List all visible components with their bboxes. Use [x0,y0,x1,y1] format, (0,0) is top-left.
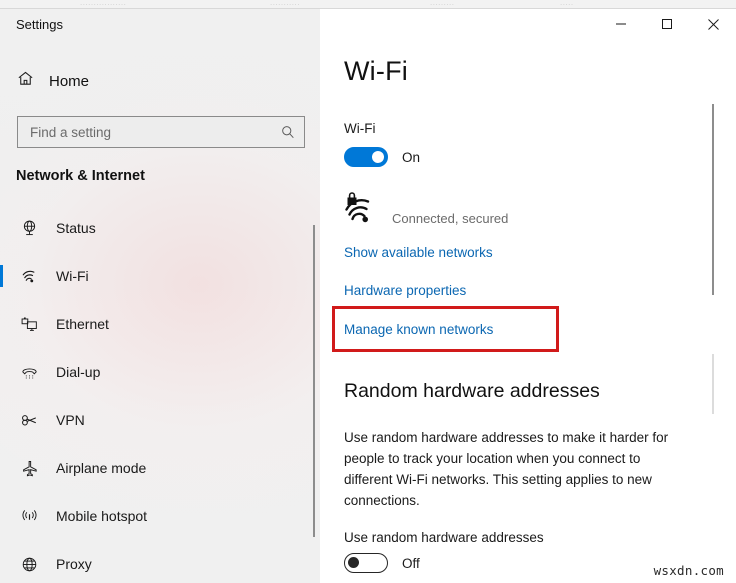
home-icon [16,69,35,93]
sidebar-item-dialup[interactable]: Dial-up [0,348,320,396]
wifi-secured-icon [344,191,380,230]
main-content: Wi-Fi Wi-Fi On Connected, secured Show a… [320,9,736,583]
ghost-text: ........... [270,0,300,7]
main-scrollbar-track [712,354,714,414]
wifi-icon [18,267,40,286]
search-icon[interactable] [280,124,296,140]
wifi-status-row: Connected, secured [344,191,508,230]
wifi-toggle-state: On [402,149,421,165]
sidebar-item-wifi-label: Wi-Fi [56,268,89,284]
sidebar-item-proxy-label: Proxy [56,556,92,572]
background-strip: ................. ........... ......... … [0,0,736,9]
wifi-toggle[interactable] [344,147,388,167]
ghost-text: ......... [430,0,455,7]
dialup-phone-icon [18,363,40,382]
random-hardware-toggle-row: Off [344,553,420,573]
airplane-icon [18,459,40,478]
sidebar-item-mobile-hotspot[interactable]: Mobile hotspot [0,492,320,540]
sidebar-item-proxy[interactable]: Proxy [0,540,320,583]
sidebar-item-wifi[interactable]: Wi-Fi [0,252,320,300]
wifi-status-text: Connected, secured [392,211,509,226]
sidebar-item-home[interactable]: Home [16,69,89,93]
proxy-globe-icon [18,555,40,574]
sidebar-item-status-label: Status [56,220,96,236]
settings-window: ................. ........... ......... … [0,0,736,583]
vpn-key-icon [18,411,40,430]
show-available-networks-link[interactable]: Show available networks [344,245,493,260]
ghost-text: ................. [80,0,127,7]
main-scrollbar[interactable] [712,104,714,295]
sidebar-nav: Status Wi-Fi Ethernet Dial-up VPN Airpla… [0,204,320,583]
page-title: Wi-Fi [344,56,408,86]
random-hardware-toggle-state: Off [402,555,420,571]
sidebar-item-vpn[interactable]: VPN [0,396,320,444]
status-globe-icon [18,219,40,238]
random-hardware-toggle[interactable] [344,553,388,573]
sidebar-item-ethernet-label: Ethernet [56,316,109,332]
window-title: Settings [16,17,63,32]
sidebar-scrollbar[interactable] [313,225,315,537]
minimize-button[interactable] [598,9,644,39]
sidebar-item-mobile-hotspot-label: Mobile hotspot [56,508,148,524]
sidebar: Settings Home Network & Internet [0,9,320,583]
maximize-button[interactable] [644,9,690,39]
sidebar-item-dialup-label: Dial-up [56,364,101,380]
sidebar-item-airplane-mode[interactable]: Airplane mode [0,444,320,492]
ethernet-icon [18,315,40,334]
mobile-hotspot-icon [18,507,40,526]
ghost-text: ..... [560,0,574,7]
close-button[interactable] [690,9,736,39]
hardware-properties-link[interactable]: Hardware properties [344,283,466,298]
search-input[interactable] [30,124,280,140]
window-controls [598,9,736,39]
random-hardware-description: Use random hardware addresses to make it… [344,430,669,508]
random-hardware-heading: Random hardware addresses [344,380,600,402]
random-hardware-toggle-label: Use random hardware addresses [344,530,544,545]
search-box[interactable] [17,116,305,148]
wifi-toggle-label: Wi-Fi [344,121,376,136]
sidebar-item-status[interactable]: Status [0,204,320,252]
sidebar-item-airplane-mode-label: Airplane mode [56,460,147,476]
manage-known-networks-link[interactable]: Manage known networks [344,322,493,337]
sidebar-item-vpn-label: VPN [56,412,85,428]
sidebar-item-home-label: Home [49,72,90,90]
sidebar-section-title: Network & Internet [16,168,145,184]
sidebar-item-ethernet[interactable]: Ethernet [0,300,320,348]
wifi-toggle-row: On [344,147,420,167]
watermark: wsxdn.com [653,563,724,578]
